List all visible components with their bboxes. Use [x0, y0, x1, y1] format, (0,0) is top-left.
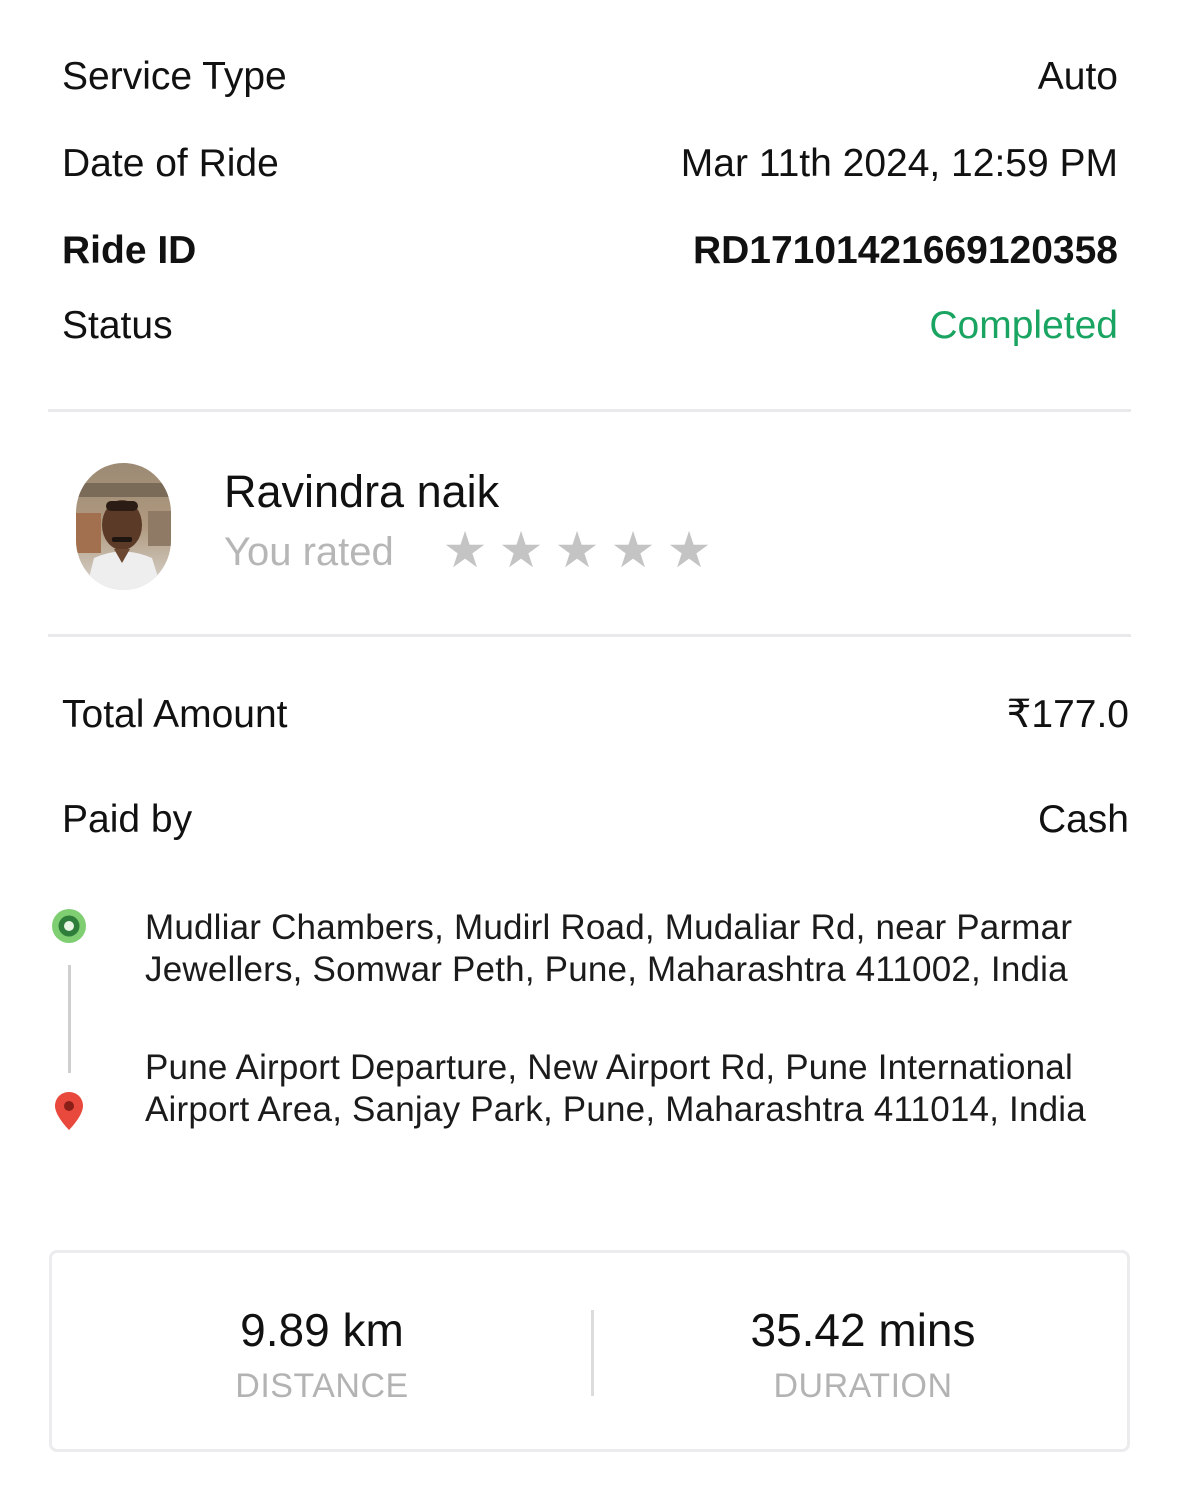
- distance-stat: 9.89 km DISTANCE: [52, 1303, 592, 1406]
- status-label: Status: [62, 304, 173, 347]
- rating-stars[interactable]: ★ ★ ★ ★ ★: [441, 524, 713, 576]
- status-row: Status Completed: [62, 304, 1118, 348]
- you-rated-label: You rated: [224, 530, 394, 574]
- paid-by-label: Paid by: [62, 798, 193, 841]
- star-icon[interactable]: ★: [497, 524, 545, 576]
- date-value: Mar 11th 2024, 12:59 PM: [680, 142, 1118, 185]
- drop-address: Pune Airport Departure, New Airport Rd, …: [145, 1048, 1086, 1129]
- total-amount-label: Total Amount: [62, 693, 288, 736]
- ride-details-page: Service Type Auto Date of Ride Mar 11th …: [0, 0, 1179, 1495]
- date-row: Date of Ride Mar 11th 2024, 12:59 PM: [62, 142, 1118, 186]
- ride-id-label: Ride ID: [62, 229, 197, 272]
- service-type-label: Service Type: [62, 55, 287, 98]
- ride-id-row: Ride ID RD17101421669120358: [62, 229, 1118, 273]
- duration-label: DURATION: [773, 1367, 953, 1405]
- distance-label: DISTANCE: [235, 1367, 409, 1405]
- divider: [48, 409, 1131, 412]
- driver-name: Ravindra naik: [224, 466, 500, 517]
- service-type-row: Service Type Auto: [62, 55, 1118, 99]
- pickup-address: Mudliar Chambers, Mudirl Road, Mudaliar …: [145, 908, 1073, 989]
- star-icon[interactable]: ★: [609, 524, 657, 576]
- paid-by-value: Cash: [1037, 798, 1129, 841]
- total-amount-row: Total Amount ₹177.0: [62, 692, 1129, 737]
- service-type-value: Auto: [1037, 55, 1118, 98]
- star-icon[interactable]: ★: [665, 524, 713, 576]
- trip-stats-card: 9.89 km DISTANCE 35.42 mins DURATION: [49, 1250, 1130, 1452]
- distance-value: 9.89 km: [240, 1304, 404, 1356]
- green-pin-icon: [52, 909, 86, 943]
- driver-avatar: [76, 463, 171, 590]
- route-line: [68, 965, 71, 1073]
- red-map-pin-icon: [55, 1092, 83, 1130]
- ride-id-value[interactable]: RD17101421669120358: [693, 229, 1118, 273]
- duration-value: 35.42 mins: [750, 1304, 976, 1356]
- status-value: Completed: [929, 304, 1118, 347]
- star-icon[interactable]: ★: [441, 524, 489, 576]
- paid-by-row: Paid by Cash: [62, 798, 1129, 842]
- total-amount-value: ₹177.0: [1006, 693, 1129, 736]
- star-icon[interactable]: ★: [553, 524, 601, 576]
- date-label: Date of Ride: [62, 142, 279, 185]
- duration-stat: 35.42 mins DURATION: [593, 1303, 1133, 1406]
- divider: [48, 634, 1131, 637]
